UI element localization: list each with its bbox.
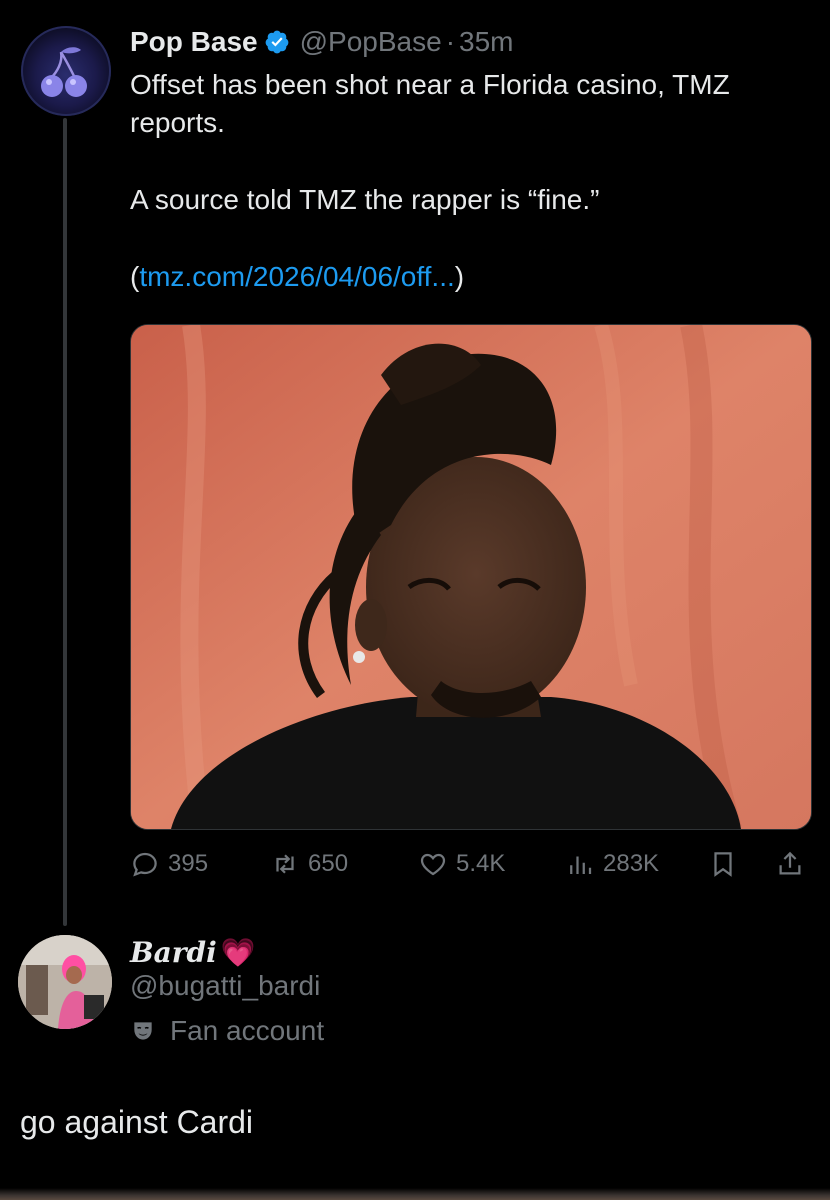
thread-connector-line <box>63 118 67 926</box>
bookmark-icon <box>714 852 732 877</box>
author-handle[interactable]: @PopBase <box>300 26 442 58</box>
link-close-paren: ) <box>454 261 465 292</box>
tweet-body: Offset has been shot near a Florida casi… <box>130 66 820 296</box>
bardi-avatar[interactable] <box>18 935 112 1029</box>
fan-account-text: Fan account <box>170 1015 325 1046</box>
fan-account-label: Fan account <box>130 1012 324 1050</box>
author-name[interactable]: Pop Base <box>130 26 258 58</box>
reply-author-name[interactable]: Bardi 💗 <box>130 932 256 972</box>
views-button[interactable]: 283K <box>565 842 659 886</box>
share-button[interactable] <box>775 842 805 886</box>
pink-heart-icon: 💗 <box>220 935 256 969</box>
theater-mask-icon <box>134 1022 152 1040</box>
views-icon <box>570 856 592 874</box>
tweet-line-1: Offset has been shot near a Florida casi… <box>130 69 730 138</box>
tweet-line-2: A source told TMZ the rapper is “fine.” <box>130 184 600 215</box>
reply-button[interactable]: 395 <box>130 842 208 886</box>
bardi-avatar-photo <box>18 935 112 1029</box>
link-open-paren: ( <box>130 261 140 292</box>
tweet-link-line: (tmz.com/2026/04/06/off...) <box>130 258 820 296</box>
like-icon <box>420 853 446 876</box>
repost-count: 650 <box>308 850 349 877</box>
tweet-media-photo[interactable] <box>130 324 812 830</box>
reply-author-handle[interactable]: @bugatti_bardi <box>130 970 320 1002</box>
bookmark-button[interactable] <box>708 842 738 886</box>
views-count: 283K <box>603 850 660 877</box>
share-icon <box>779 851 801 875</box>
separator-dot: · <box>445 26 456 57</box>
tmz-link[interactable]: tmz.com/2026/04/06/off... <box>139 261 454 292</box>
reply-count: 395 <box>168 850 209 877</box>
like-button[interactable]: 5.4K <box>418 842 505 886</box>
reply-icon <box>133 852 157 877</box>
popbase-avatar[interactable] <box>21 26 111 116</box>
tweet-timestamp[interactable]: 35m <box>459 26 513 58</box>
repost-button[interactable]: 650 <box>270 842 348 886</box>
portrait-photo <box>131 325 811 829</box>
repost-icon <box>276 854 294 874</box>
reply-author-name-text: Bardi <box>130 935 217 969</box>
like-count: 5.4K <box>456 850 506 877</box>
next-item-edge <box>0 1188 830 1200</box>
tweet-actions-bar: 395 650 5.4K 283K <box>130 842 810 886</box>
reply-body: go against Cardi <box>20 1104 254 1140</box>
tweet-header: Pop Base @PopBase · 35m <box>130 22 513 62</box>
verified-badge-icon <box>265 30 288 54</box>
cherries-icon <box>41 47 87 97</box>
